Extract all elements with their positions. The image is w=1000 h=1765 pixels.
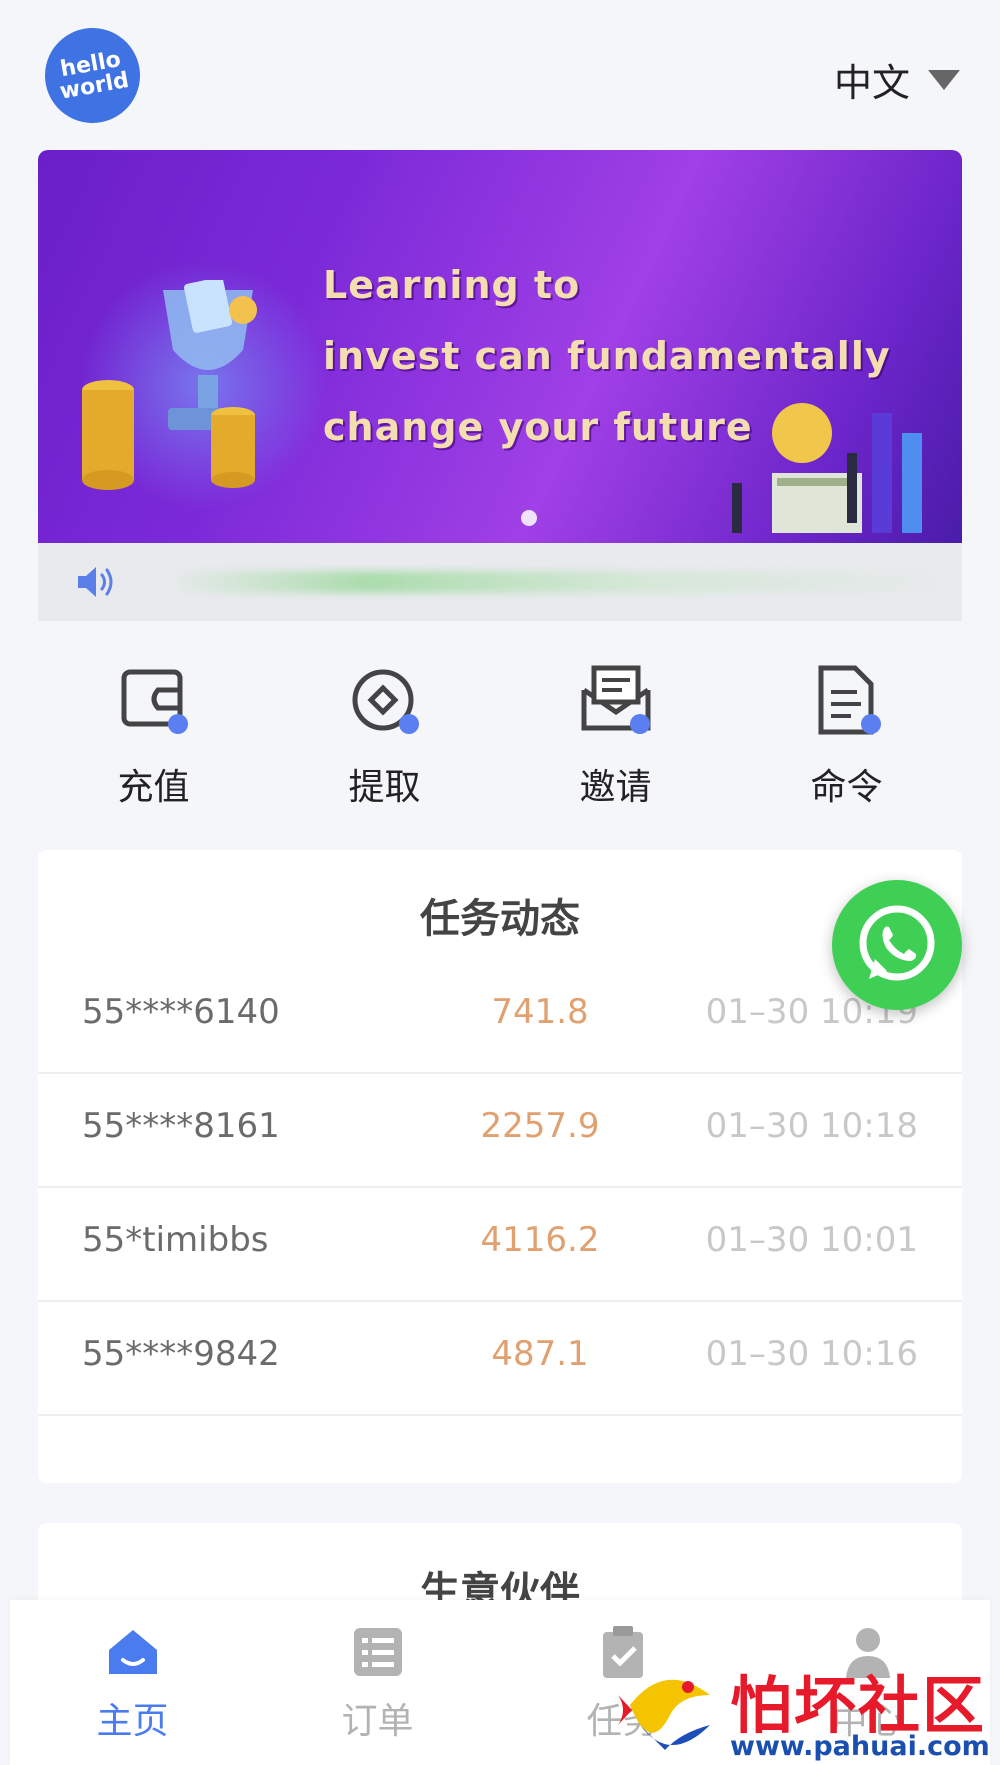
- carousel-dot[interactable]: [521, 510, 537, 526]
- list-item: 55****8161 2257.9 01–30 10:18: [38, 1074, 962, 1188]
- home-icon: [108, 1630, 157, 1674]
- task-feed-list: 55****6140 741.8 01–30 10:19 55****8161 …: [38, 960, 962, 1416]
- promo-banner[interactable]: Learning to invest can fundamentally cha…: [38, 150, 962, 543]
- caret-down-icon: [928, 69, 960, 90]
- feed-user: 55****8161: [82, 1106, 280, 1146]
- list-item: 55****9842 487.1 01–30 10:16: [38, 1302, 962, 1416]
- badge-dot: [860, 714, 881, 734]
- feed-amount: 487.1: [491, 1334, 589, 1374]
- badge-dot: [629, 714, 650, 734]
- task-feed-card: 任务动态 55****6140 741.8 01–30 10:19 55****…: [38, 850, 962, 1483]
- nav-label: 主页: [96, 1701, 169, 1742]
- wallet-icon: [114, 660, 194, 740]
- feed-time: 01–30 10:16: [705, 1334, 918, 1374]
- coin-stack-icon: [82, 380, 134, 490]
- feed-time: 01–30 10:01: [705, 1220, 918, 1260]
- list-icon: [353, 1628, 402, 1676]
- nav-label: 订单: [341, 1701, 414, 1742]
- feed-amount: 2257.9: [480, 1106, 600, 1146]
- header: hello world 中文: [0, 0, 1000, 150]
- feed-amount: 741.8: [491, 992, 589, 1032]
- badge-dot: [398, 714, 419, 734]
- language-label: 中文: [833, 61, 910, 105]
- action-invite[interactable]: 邀请: [500, 640, 731, 820]
- list-item: 55*timibbs 4116.2 01–30 10:01: [38, 1188, 962, 1302]
- notice-marquee: [173, 571, 943, 593]
- logo: hello world: [37, 20, 148, 131]
- feed-time: 01–30 10:18: [705, 1106, 918, 1146]
- whatsapp-button[interactable]: [832, 880, 962, 1010]
- feed-amount: 4116.2: [480, 1220, 600, 1260]
- speaker-icon: [78, 567, 113, 597]
- banner-line: Learning to: [323, 263, 581, 307]
- list-item: 55****6140 741.8 01–30 10:19: [38, 960, 962, 1074]
- feed-user: 55****9842: [82, 1334, 280, 1374]
- action-label: 充值: [117, 767, 190, 808]
- watermark: 怕坏社区 www.pahuai.com: [600, 1655, 1000, 1765]
- fish-logo-icon: [618, 1679, 710, 1750]
- action-withdraw[interactable]: 提取: [269, 640, 500, 820]
- action-recharge[interactable]: 充值: [38, 640, 269, 820]
- feed-user: 55****6140: [82, 992, 280, 1032]
- action-orders[interactable]: 命令: [731, 640, 962, 820]
- whatsapp-icon: [859, 905, 935, 981]
- language-selector[interactable]: 中文: [834, 52, 960, 107]
- quick-actions: 充值 提取 邀请 命令: [38, 640, 962, 820]
- watermark-url: www.pahuai.com: [730, 1731, 990, 1762]
- banner-line: invest can fundamentally: [323, 334, 891, 378]
- coin-stack-icon: [211, 407, 255, 488]
- action-label: 邀请: [579, 767, 652, 808]
- action-label: 命令: [810, 767, 883, 808]
- action-label: 提取: [348, 767, 421, 808]
- money-illustration: [732, 403, 922, 533]
- nav-orders[interactable]: 订单: [255, 1600, 500, 1765]
- task-feed-title: 任务动态: [420, 896, 580, 942]
- coin-icon: [345, 660, 425, 740]
- document-icon: [807, 660, 887, 740]
- app-page: hello world 中文 Learning to invest can fu…: [0, 0, 1000, 1765]
- badge-dot: [167, 714, 188, 734]
- nav-home[interactable]: 主页: [10, 1600, 255, 1765]
- feed-user: 55*timibbs: [82, 1220, 269, 1260]
- envelope-icon: [576, 660, 656, 740]
- notice-bar: [38, 543, 962, 621]
